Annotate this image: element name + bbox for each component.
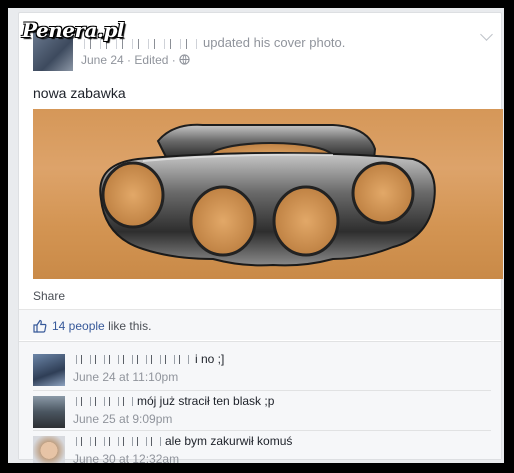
commenter-avatar[interactable] <box>33 436 65 463</box>
comment-item: i no ;] June 24 at 11:10pm <box>33 352 491 392</box>
comments-section: i no ;] June 24 at 11:10pm mój już strac… <box>19 341 501 463</box>
commenter-avatar[interactable] <box>33 354 65 386</box>
commenter-name-obscured[interactable] <box>73 397 133 407</box>
watermark-logo: Penera.pl <box>22 18 125 42</box>
comment-text-line: ale bym zakurwił komuś <box>73 434 292 448</box>
comment-timestamp[interactable]: June 24 at 11:10pm <box>73 370 178 384</box>
brass-knuckles-image <box>99 123 436 267</box>
likes-suffix: like this. <box>108 319 152 333</box>
edited-label[interactable]: Edited <box>134 53 168 67</box>
likes-summary: 14 people like this. <box>19 310 501 340</box>
likes-text: 14 people like this. <box>52 319 151 333</box>
commenter-avatar[interactable] <box>33 396 65 428</box>
commenter-name-obscured[interactable] <box>73 355 191 365</box>
post-card: updated his cover photo. June 24 · Edite… <box>18 12 503 463</box>
divider <box>33 430 491 431</box>
comment-text-line: i no ;] <box>73 352 224 366</box>
divider <box>33 390 491 391</box>
post-photo[interactable] <box>33 109 503 279</box>
comment-text: ale bym zakurwił komuś <box>165 434 293 448</box>
thumbs-up-icon[interactable] <box>33 319 47 333</box>
comment-text: i no ;] <box>195 352 225 366</box>
meta-separator: · <box>127 53 132 67</box>
globe-icon[interactable] <box>179 54 190 65</box>
share-link[interactable]: Share <box>33 289 65 303</box>
meta-separator-2: · <box>171 53 176 67</box>
comment-text-line: mój już stracił ten blask ;p <box>73 394 274 408</box>
post-text: nowa zabawka <box>33 85 126 101</box>
comment-timestamp[interactable]: June 30 at 12:32am <box>73 452 179 463</box>
screenshot-frame: Penera.pl updated his cover photo. June … <box>8 8 504 463</box>
comment-text: mój już stracił ten blask ;p <box>137 394 275 408</box>
chevron-down-icon[interactable] <box>480 28 493 41</box>
post-meta: June 24 · Edited · <box>81 53 190 67</box>
comment-timestamp[interactable]: June 25 at 9:09pm <box>73 412 172 426</box>
post-date[interactable]: June 24 <box>81 53 124 67</box>
post-action: updated his cover photo. <box>203 35 346 50</box>
comment-item: ale bym zakurwił komuś June 30 at 12:32a… <box>33 434 491 463</box>
comment-item: mój już stracił ten blask ;p June 25 at … <box>33 394 491 434</box>
commenter-name-obscured[interactable] <box>73 437 161 447</box>
likes-count-link[interactable]: 14 people <box>52 319 105 333</box>
